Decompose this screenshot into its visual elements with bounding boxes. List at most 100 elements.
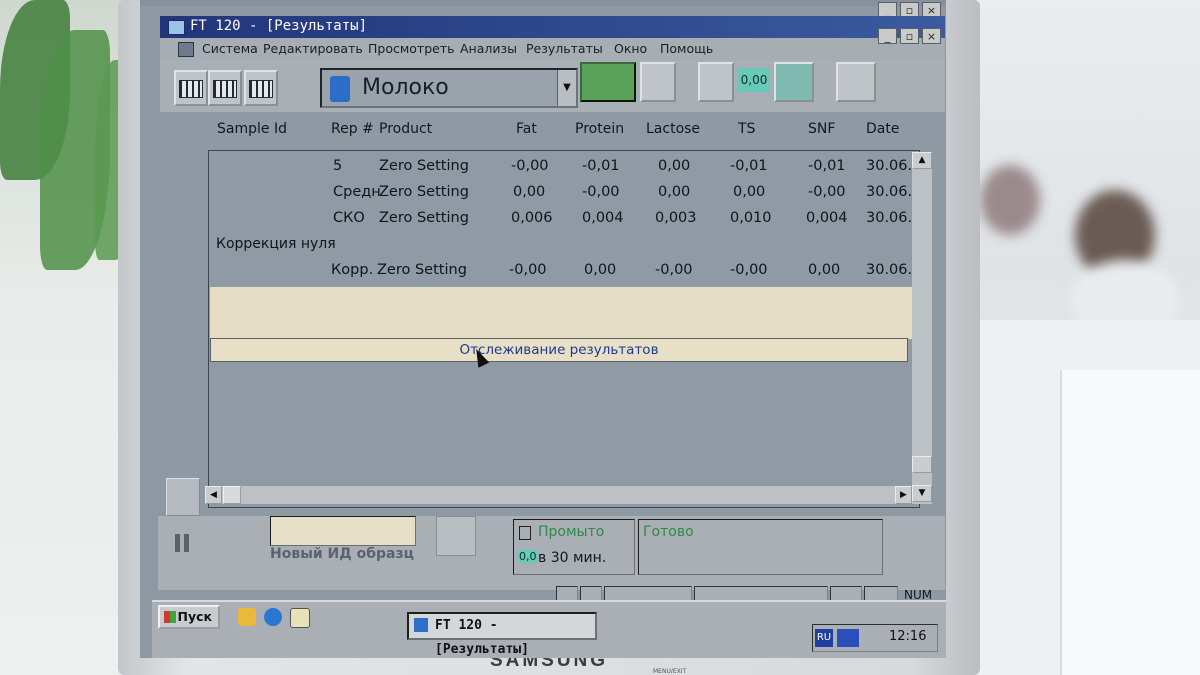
view-table-icon[interactable] (208, 70, 242, 106)
cell-date: 30.06. (866, 210, 913, 226)
cell-fat: -0,00 (511, 158, 549, 174)
cell-lactose: 0,003 (655, 210, 697, 226)
cell-fat: -0,00 (509, 262, 547, 278)
zero-value-display: 0,00 (738, 68, 770, 92)
person-blur (980, 165, 1040, 235)
toolbar: Молоко ▼ 0,00 (160, 60, 945, 112)
menu-system[interactable]: Система (202, 41, 258, 56)
menu-view[interactable]: Просмотреть (368, 41, 455, 56)
clock: 12:16 (889, 629, 927, 644)
counter-front (1060, 370, 1200, 675)
taskbar-app-button[interactable]: FT 120 - [Результаты] (407, 612, 597, 657)
new-sample-id-label: Новый ИД образц (270, 546, 414, 562)
product-select[interactable]: Молоко ▼ (320, 68, 578, 108)
pause-icon[interactable] (175, 534, 189, 552)
menu-results[interactable]: Результаты (526, 41, 603, 56)
cell-ts: -0,00 (730, 262, 768, 278)
vertical-scrollbar[interactable]: ▲ ▼ (912, 152, 932, 504)
windows-logo-icon (164, 611, 176, 623)
ready-status: Готово (643, 524, 694, 540)
header-ts[interactable]: TS (738, 121, 755, 137)
cell-rep: СКО (333, 210, 365, 226)
app-title: FT 120 - [Результаты] (190, 18, 368, 34)
menu-window[interactable]: Окно (614, 41, 647, 56)
printer-icon[interactable] (836, 62, 876, 102)
scroll-thumb[interactable] (912, 456, 932, 473)
header-lactose[interactable]: Lactose (646, 121, 700, 137)
header-date[interactable]: Date (866, 121, 899, 137)
menu-analyses[interactable]: Анализы (460, 41, 517, 56)
system-menu-icon[interactable] (178, 42, 194, 57)
desktop-icon[interactable] (238, 608, 256, 626)
tracking-bar[interactable]: Отслеживание результатов (210, 338, 908, 362)
cell-lactose: 0,00 (658, 158, 691, 174)
view-grid-icon[interactable] (244, 70, 278, 106)
product-select-value: Молоко (362, 75, 449, 100)
notepad-icon[interactable] (290, 608, 310, 628)
header-protein[interactable]: Protein (575, 121, 624, 137)
view-list-icon[interactable] (174, 70, 208, 106)
app-minimize-button[interactable]: _ (878, 28, 897, 44)
cell-product: Zero Setting (379, 210, 469, 226)
chevron-down-icon[interactable]: ▼ (557, 70, 576, 106)
results-panel: Sample Id Rep # Product Fat Protein Lact… (168, 112, 945, 517)
language-indicator[interactable]: RU (815, 629, 833, 647)
tracking-label: Отслеживание результатов (459, 342, 659, 358)
cell-date: 30.06. (866, 262, 913, 278)
scroll-up-icon[interactable]: ▲ (912, 152, 932, 169)
header-fat[interactable]: Fat (516, 121, 537, 137)
system-tray: RU 12:16 (812, 624, 938, 652)
cell-snf: -0,01 (808, 158, 846, 174)
start-button[interactable]: Пуск (158, 605, 220, 629)
app-icon (168, 20, 185, 35)
app-close-button[interactable]: × (922, 28, 941, 44)
header-sample-id[interactable]: Sample Id (217, 121, 287, 137)
selected-row-band[interactable] (210, 287, 912, 339)
sample-beaker-button[interactable] (580, 62, 636, 102)
tray-app-icon[interactable] (837, 629, 859, 647)
menu-bar: Система Редактировать Просмотреть Анализ… (160, 38, 945, 60)
cell-snf: 0,004 (806, 210, 848, 226)
horizontal-scrollbar[interactable]: ◀ ▶ (205, 486, 912, 504)
cell-lactose: 0,00 (658, 184, 691, 200)
wash-status-box: Промыто 0,0 в 30 мин. (513, 519, 635, 575)
cell-date: 30.06. (866, 184, 913, 200)
scroll-left-icon[interactable]: ◀ (205, 486, 222, 504)
new-sample-id-input[interactable] (270, 516, 416, 546)
group-label: Коррекция нуля (216, 236, 336, 252)
cell-ts: 0,010 (730, 210, 772, 226)
cell-rep: Корр. (331, 262, 374, 278)
app-maximize-button[interactable]: ▫ (900, 28, 919, 44)
monitor-button-label: MENU/EXIT (653, 668, 687, 675)
milk-carton-icon (330, 76, 350, 102)
cell-protein: 0,004 (582, 210, 624, 226)
screen: _ ▫ × FT 120 - [Результаты] Система Реда… (140, 0, 946, 658)
menu-help[interactable]: Помощь (660, 41, 713, 56)
taskbar-app-label: FT 120 - [Результаты] (435, 618, 529, 657)
scroll-right-icon[interactable]: ▶ (895, 486, 912, 504)
taskbar: Пуск FT 120 - [Результаты] RU 12:16 (152, 600, 946, 658)
app-window-controls: _ ▫ × (878, 28, 941, 44)
zero-check-icon[interactable] (774, 62, 814, 102)
app-title-bar: FT 120 - [Результаты] (160, 16, 945, 38)
scroll-down-icon[interactable]: ▼ (912, 485, 932, 502)
wash-icon (519, 526, 531, 540)
washing-icon[interactable] (698, 62, 734, 102)
cell-protein: 0,00 (584, 262, 617, 278)
ready-status-box: Готово (638, 519, 883, 575)
wash-status: Промыто (538, 524, 605, 540)
cell-date: 30.06. (866, 158, 913, 174)
start-label: Пуск (177, 609, 212, 624)
cell-product: Zero Setting (377, 262, 467, 278)
menu-edit[interactable]: Редактировать (263, 41, 363, 56)
internet-explorer-icon[interactable] (264, 608, 282, 626)
beaker-disabled-icon[interactable] (640, 62, 676, 102)
wash-value: 0,0 (518, 550, 538, 563)
header-rep[interactable]: Rep # (331, 121, 374, 137)
sample-rack-icon[interactable] (166, 478, 200, 516)
horizontal-scroll-thumb[interactable] (223, 486, 241, 504)
header-product[interactable]: Product (379, 121, 432, 137)
header-snf[interactable]: SNF (808, 121, 835, 137)
cell-protein: -0,01 (582, 158, 620, 174)
cell-snf: 0,00 (808, 262, 841, 278)
